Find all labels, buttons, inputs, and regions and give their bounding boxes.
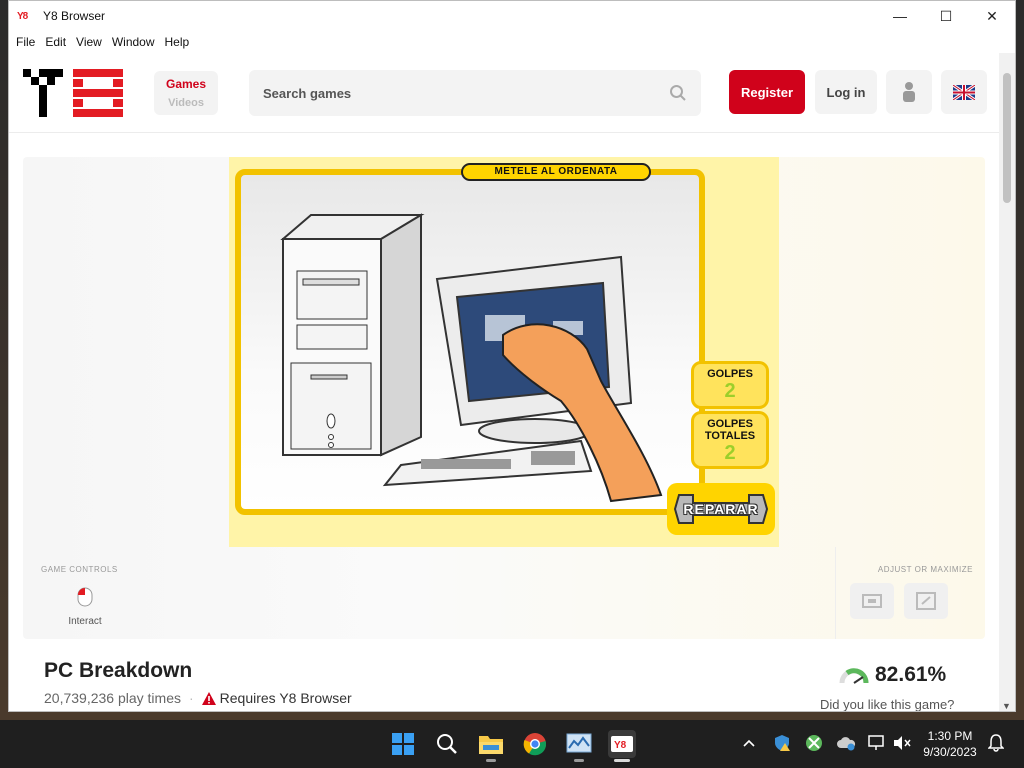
category-switch: Games Videos: [154, 71, 218, 115]
user-icon: [903, 82, 915, 102]
y8-browser-taskbar-button[interactable]: Y8: [608, 730, 636, 758]
game-canvas[interactable]: METELE AL ORDENATA GOLPES 2 GOLPES TOTAL…: [229, 157, 779, 547]
clock-time: 1:30 PM: [927, 729, 973, 743]
register-button[interactable]: Register: [729, 70, 805, 114]
window-title: Y8 Browser: [43, 9, 106, 23]
requires-browser-link[interactable]: Requires Y8 Browser: [220, 690, 352, 706]
maximize-icon: [916, 592, 936, 610]
game-scene[interactable]: [235, 169, 705, 515]
repair-label: REPARAR: [683, 501, 759, 517]
chrome-icon: [523, 733, 547, 756]
monitor-chart-icon: [566, 733, 592, 753]
rating-gauge-icon: [839, 668, 869, 684]
resize-icon: [862, 594, 882, 608]
cloud-icon: [837, 737, 856, 751]
start-button[interactable]: [389, 730, 417, 758]
minimize-button[interactable]: —: [877, 1, 923, 31]
tray-volume[interactable]: [891, 732, 913, 754]
network-icon: [868, 735, 884, 750]
repair-button[interactable]: REPARAR: [667, 483, 775, 535]
mouse-icon: [77, 587, 93, 607]
speaker-muted-icon: [894, 736, 911, 750]
page-content: Games Videos Register Log in: [9, 53, 1001, 712]
file-explorer-button[interactable]: [477, 730, 505, 758]
system-clock[interactable]: 1:30 PM 9/30/2023: [920, 728, 980, 760]
tray-defender[interactable]: [771, 732, 793, 754]
clock-date: 9/30/2023: [923, 745, 977, 759]
taskbar: Y8 1:30 PM 9/30/2023: [0, 720, 1024, 768]
hits-label: GOLPES: [707, 368, 753, 380]
y8-app-icon: Y8: [17, 10, 28, 22]
total-hits-value: 2: [724, 442, 736, 464]
scrollbar[interactable]: ▼: [999, 53, 1015, 711]
search-bar: [249, 70, 701, 116]
menu-help[interactable]: Help: [160, 35, 195, 49]
shield-warning-icon: [775, 735, 790, 751]
search-input[interactable]: [263, 85, 669, 101]
tray-xbox[interactable]: [803, 732, 825, 754]
browser-window: Y8 Y8 Browser — ☐ ✕ File Edit View Windo…: [8, 0, 1016, 712]
chevron-up-icon: [743, 739, 755, 747]
windows-icon: [392, 733, 414, 755]
adjust-title: ADJUST OR MAXIMIZE: [877, 565, 973, 574]
menu-file[interactable]: File: [11, 35, 40, 49]
menu-edit[interactable]: Edit: [40, 35, 71, 49]
warning-icon: [201, 691, 216, 705]
rating-value: 82.61%: [875, 663, 947, 686]
login-button[interactable]: Log in: [815, 70, 877, 114]
user-button[interactable]: [886, 70, 932, 114]
game-controls-title: GAME CONTROLS: [41, 565, 118, 574]
uk-flag-icon: [953, 84, 975, 100]
adjust-controls: ADJUST OR MAXIMIZE: [835, 547, 985, 639]
play-count: 20,739,236 play times: [44, 690, 181, 706]
y8-taskbar-icon: Y8: [611, 736, 633, 752]
interact-control: Interact: [65, 587, 105, 627]
language-button[interactable]: [941, 70, 987, 114]
hits-value: 2: [724, 380, 736, 402]
svg-text:Y8: Y8: [614, 740, 627, 751]
search-taskbar-button[interactable]: [433, 730, 461, 758]
hits-counter: GOLPES 2: [691, 361, 769, 409]
game-title: PC Breakdown: [44, 659, 193, 682]
close-button[interactable]: ✕: [969, 1, 1015, 31]
adjust-button[interactable]: [850, 583, 894, 619]
total-hits-counter: GOLPES TOTALES 2: [691, 411, 769, 469]
tray-overflow-button[interactable]: [738, 732, 760, 754]
maximize-button[interactable]: ☐: [923, 1, 969, 31]
explorer-indicator: [486, 759, 496, 762]
game-area: METELE AL ORDENATA GOLPES 2 GOLPES TOTAL…: [23, 157, 985, 639]
scroll-down-arrow[interactable]: ▼: [1002, 701, 1011, 711]
xbox-icon: [806, 735, 822, 751]
site-header: Games Videos Register Log in: [9, 53, 1001, 133]
game-banner: METELE AL ORDENATA: [461, 163, 651, 181]
total-hits-label: GOLPES TOTALES: [704, 418, 756, 442]
photos-indicator: [574, 759, 584, 762]
tab-videos[interactable]: Videos: [154, 97, 218, 109]
meta-separator: ·: [188, 690, 194, 706]
rating: 82.61%: [839, 663, 946, 687]
scroll-thumb[interactable]: [1003, 73, 1011, 203]
y8-indicator: [614, 759, 630, 762]
magnifier-icon: [437, 734, 457, 754]
game-controls: GAME CONTROLS Interact: [41, 565, 118, 627]
chrome-button[interactable]: [521, 730, 549, 758]
tray-onedrive[interactable]: [835, 732, 857, 754]
folder-icon: [479, 736, 503, 754]
tray-notifications[interactable]: [985, 732, 1007, 754]
tray-network[interactable]: [866, 732, 888, 754]
tab-games[interactable]: Games: [154, 77, 218, 91]
menu-bar: File Edit View Window Help: [9, 31, 1015, 53]
search-icon[interactable]: [669, 84, 687, 102]
title-bar: Y8 Y8 Browser — ☐ ✕: [9, 1, 1015, 31]
interact-label: Interact: [68, 616, 102, 627]
game-meta: 20,739,236 play times · Requires Y8 Brow…: [44, 690, 352, 706]
y8-logo[interactable]: [23, 69, 125, 117]
bell-icon: [988, 734, 1004, 752]
menu-window[interactable]: Window: [107, 35, 160, 49]
fullscreen-button[interactable]: [904, 583, 948, 619]
rating-question: Did you like this game?: [820, 697, 955, 712]
photos-button[interactable]: [565, 730, 593, 758]
computer-illustration: [280, 213, 663, 503]
menu-view[interactable]: View: [71, 35, 107, 49]
